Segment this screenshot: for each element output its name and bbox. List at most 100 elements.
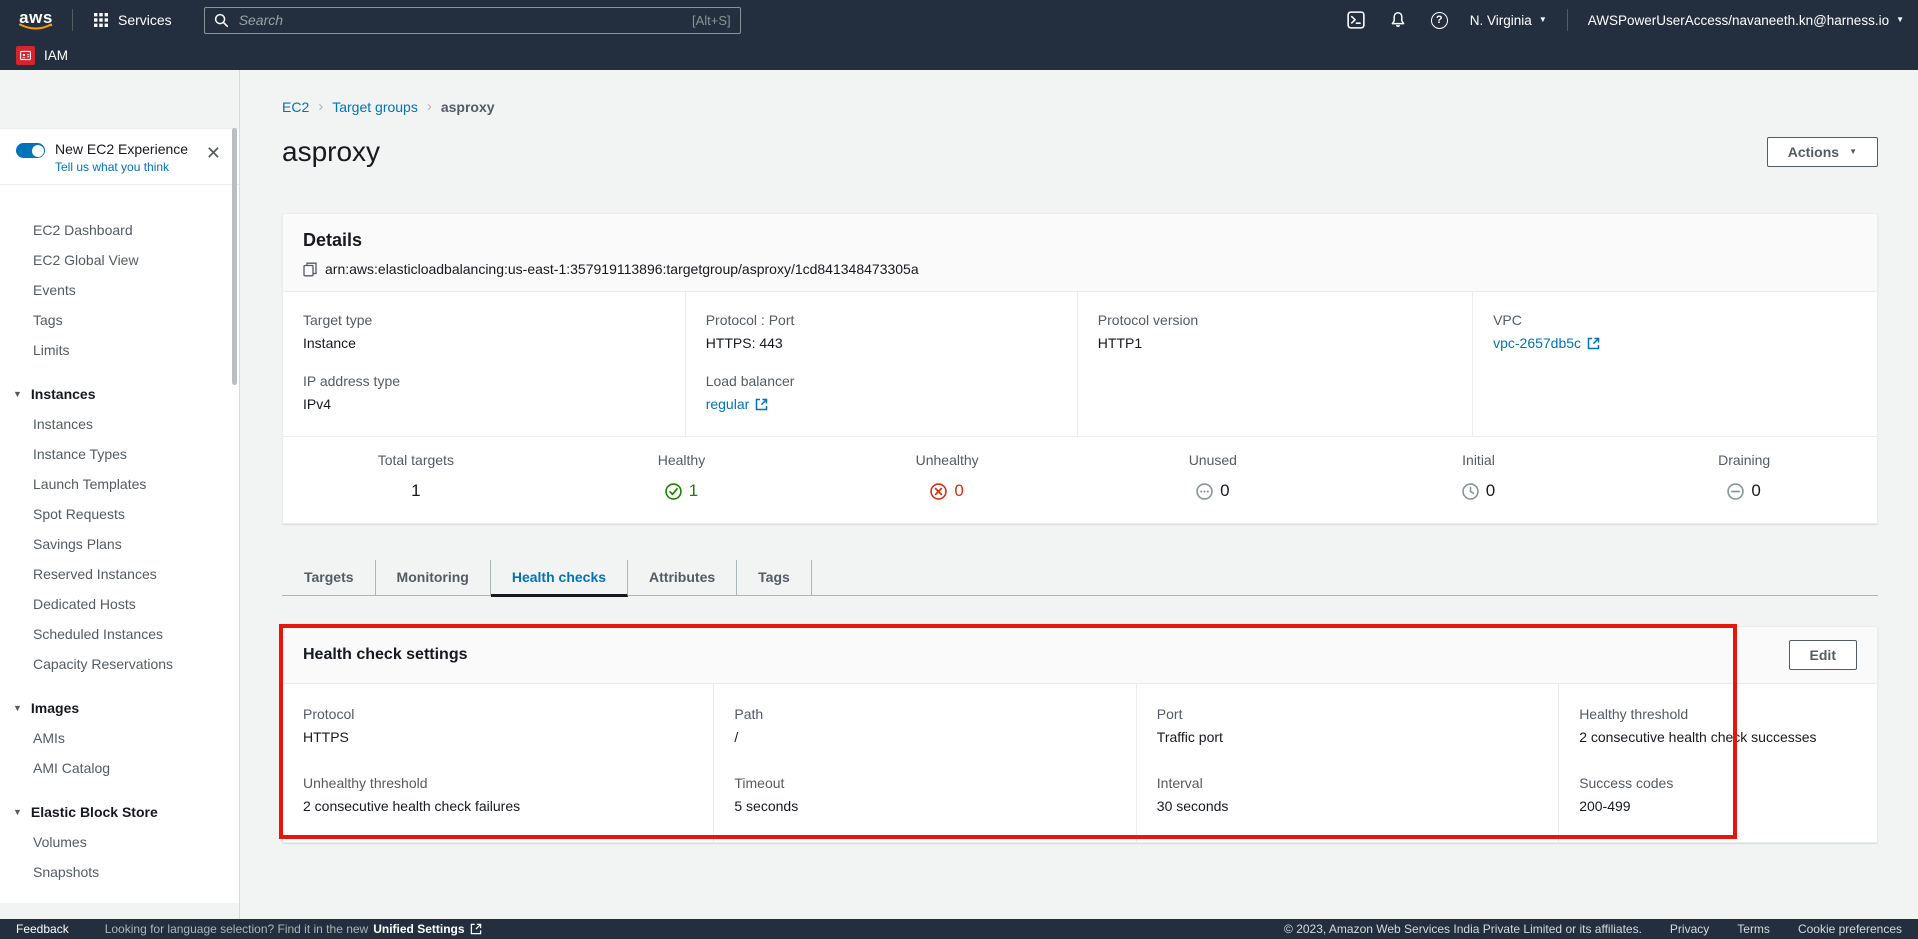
search-input[interactable] — [237, 11, 684, 29]
notifications-button[interactable] — [1387, 9, 1409, 31]
footer: Feedback Looking for language selection?… — [0, 919, 1918, 939]
breadcrumb-target-groups[interactable]: Target groups — [332, 99, 418, 115]
breadcrumb-ec2[interactable]: EC2 — [282, 99, 309, 115]
sidebar-nav: EC2 Dashboard EC2 Global View Events Tag… — [0, 185, 239, 887]
sidebar-item-volumes[interactable]: Volumes — [0, 827, 239, 857]
hc-path-value: / — [734, 729, 1115, 745]
field-label: Protocol version — [1098, 312, 1452, 328]
sidebar-section-instances[interactable]: ▼ Instances — [0, 379, 239, 409]
cloudshell-icon — [1347, 11, 1365, 29]
check-circle-icon — [665, 483, 682, 500]
copy-arn-button[interactable] — [303, 262, 317, 277]
sidebar-section-images[interactable]: ▼ Images — [0, 693, 239, 723]
caret-down-icon: ▼ — [1539, 16, 1547, 24]
tab-monitoring[interactable]: Monitoring — [376, 560, 491, 595]
feedback-link[interactable]: Feedback — [16, 922, 69, 936]
services-menu-button[interactable]: Services — [87, 8, 178, 32]
counter-value: 0 — [1751, 481, 1760, 501]
load-balancer-link[interactable]: regular — [706, 396, 769, 412]
privacy-link[interactable]: Privacy — [1670, 922, 1709, 936]
sidebar-item-capacity-reservations[interactable]: Capacity Reservations — [0, 649, 239, 679]
target-type-value: Instance — [303, 335, 665, 351]
sidebar-section-ebs[interactable]: ▼ Elastic Block Store — [0, 797, 239, 827]
breadcrumb: EC2 › Target groups › asproxy — [282, 98, 1878, 115]
unified-settings-link[interactable]: Unified Settings — [373, 922, 464, 936]
sidebar-item-ec2-global-view[interactable]: EC2 Global View — [0, 245, 239, 275]
vpc-link[interactable]: vpc-2657db5c — [1493, 335, 1600, 351]
new-experience-toggle[interactable] — [16, 143, 45, 158]
details-heading: Details — [303, 230, 1857, 251]
actions-button[interactable]: Actions ▼ — [1767, 137, 1878, 167]
health-check-settings-card: Health check settings Edit Protocol HTTP… — [282, 626, 1878, 843]
cloudshell-button[interactable] — [1345, 9, 1367, 31]
ip-address-type-value: IPv4 — [303, 396, 665, 412]
sidebar-item-spot-requests[interactable]: Spot Requests — [0, 499, 239, 529]
tab-tags[interactable]: Tags — [737, 560, 812, 595]
sidebar-item-savings-plans[interactable]: Savings Plans — [0, 529, 239, 559]
global-search[interactable]: [Alt+S] — [204, 7, 741, 34]
sidebar-item-events[interactable]: Events — [0, 275, 239, 305]
counter-value: 0 — [954, 481, 963, 501]
sidebar-item-dedicated-hosts[interactable]: Dedicated Hosts — [0, 589, 239, 619]
minus-circle-icon — [1727, 483, 1744, 500]
caret-down-icon: ▼ — [13, 390, 22, 399]
aws-logo[interactable]: aws — [14, 10, 58, 31]
external-link-icon — [1587, 337, 1600, 350]
hc-timeout-value: 5 seconds — [734, 798, 1115, 814]
tab-health-checks[interactable]: Health checks — [491, 560, 628, 597]
caret-down-icon: ▼ — [1849, 148, 1857, 156]
edit-label: Edit — [1810, 647, 1836, 663]
help-button[interactable]: ? — [1429, 10, 1450, 31]
page-title: asproxy — [282, 136, 380, 168]
services-grid-icon — [93, 12, 109, 28]
account-menu[interactable]: AWSPowerUserAccess/navaneeth.kn@harness.… — [1588, 13, 1904, 28]
x-circle-icon — [930, 483, 947, 500]
counter-draining: Draining 0 — [1611, 452, 1877, 501]
hc-unhealthy-threshold-value: 2 consecutive health check failures — [303, 798, 693, 814]
field-label: Port — [1157, 706, 1538, 722]
sidebar-item-ami-catalog[interactable]: AMI Catalog — [0, 753, 239, 783]
caret-down-icon: ▼ — [13, 704, 22, 713]
sidebar-item-launch-templates[interactable]: Launch Templates — [0, 469, 239, 499]
sidebar-item-instances[interactable]: Instances — [0, 409, 239, 439]
counter-label: Unhealthy — [814, 452, 1080, 468]
external-link-icon — [470, 923, 482, 935]
services-label: Services — [118, 12, 172, 28]
region-selector[interactable]: N. Virginia ▼ — [1470, 13, 1547, 28]
field-label: Target type — [303, 312, 665, 328]
counter-total-targets: Total targets 1 — [283, 452, 549, 501]
counter-value: 0 — [1220, 481, 1229, 501]
terms-link[interactable]: Terms — [1737, 922, 1770, 936]
account-label: AWSPowerUserAccess/navaneeth.kn@harness.… — [1588, 13, 1889, 28]
health-check-settings-heading: Health check settings — [303, 646, 468, 664]
sidebar-item-amis[interactable]: AMIs — [0, 723, 239, 753]
tab-targets[interactable]: Targets — [282, 560, 376, 595]
close-icon[interactable]: ✕ — [202, 141, 225, 166]
sidebar-item-ec2-dashboard[interactable]: EC2 Dashboard — [0, 215, 239, 245]
divider — [72, 9, 73, 31]
recent-service-link[interactable]: IAM — [44, 48, 68, 63]
sidebar-item-limits[interactable]: Limits — [0, 335, 239, 365]
sidebar: New EC2 Experience Tell us what you thin… — [0, 70, 240, 919]
sidebar-item-scheduled-instances[interactable]: Scheduled Instances — [0, 619, 239, 649]
edit-button[interactable]: Edit — [1789, 640, 1857, 670]
tell-us-link[interactable]: Tell us what you think — [55, 160, 188, 174]
search-shortcut-hint: [Alt+S] — [692, 13, 731, 28]
chevron-right-icon: › — [427, 98, 432, 115]
cookie-preferences-link[interactable]: Cookie preferences — [1798, 922, 1902, 936]
dots-circle-icon — [1196, 483, 1213, 500]
sidebar-item-snapshots[interactable]: Snapshots — [0, 857, 239, 887]
section-label: Instances — [31, 386, 96, 402]
field-label: VPC — [1493, 312, 1857, 328]
bell-icon — [1389, 11, 1407, 29]
tab-attributes[interactable]: Attributes — [628, 560, 737, 595]
section-label: Elastic Block Store — [31, 804, 158, 820]
counter-initial: Initial 0 — [1346, 452, 1612, 501]
sidebar-item-tags[interactable]: Tags — [0, 305, 239, 335]
sidebar-item-instance-types[interactable]: Instance Types — [0, 439, 239, 469]
sidebar-scrollbar[interactable] — [232, 128, 237, 385]
field-label: Interval — [1157, 775, 1538, 791]
aws-smile-icon — [19, 23, 53, 31]
counter-label: Healthy — [549, 452, 815, 468]
sidebar-item-reserved-instances[interactable]: Reserved Instances — [0, 559, 239, 589]
